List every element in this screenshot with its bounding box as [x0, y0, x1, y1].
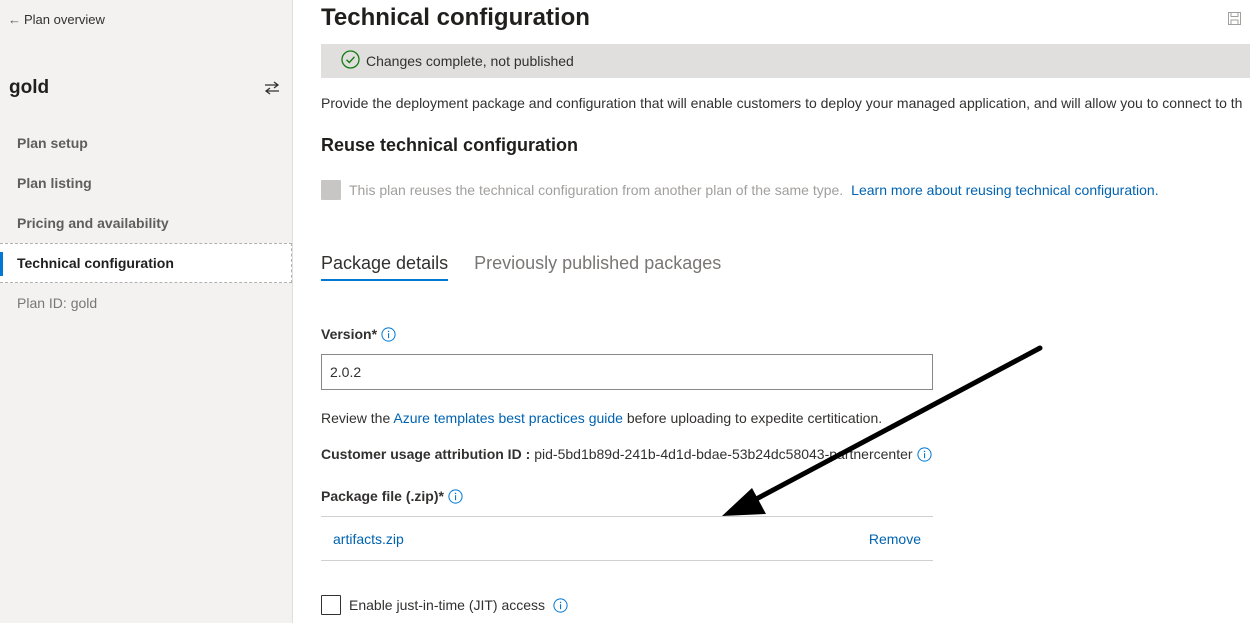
reuse-config-row: This plan reuses the technical configura… — [321, 180, 1159, 200]
package-file-label: Package file (.zip)* — [321, 488, 444, 504]
back-arrow-icon: ← — [8, 12, 21, 27]
reuse-config-text: This plan reuses the technical configura… — [349, 182, 844, 198]
save-icon[interactable] — [1228, 12, 1242, 26]
remove-package-button[interactable]: Remove — [869, 531, 921, 547]
switch-plan-icon[interactable] — [263, 79, 281, 97]
info-icon[interactable] — [916, 446, 932, 462]
nav-item-label: Pricing and availability — [17, 215, 169, 231]
package-file-link[interactable]: artifacts.zip — [333, 531, 404, 547]
tab-package-details[interactable]: Package details — [321, 253, 449, 281]
attribution-label: Customer usage attribution ID : — [321, 446, 531, 462]
attribution-row: Customer usage attribution ID : pid-5bd1… — [321, 446, 932, 462]
attribution-value: pid-5bd1b89d-241b-4d1d-bdae-53b24dc58043… — [534, 446, 913, 462]
version-label: Version* — [321, 326, 378, 342]
review-prefix: Review the — [321, 410, 391, 426]
jit-access-label: Enable just-in-time (JIT) access — [349, 597, 546, 613]
status-text: Changes complete, not published — [366, 53, 574, 69]
check-circle-icon — [341, 50, 360, 72]
status-bar: Changes complete, not published — [321, 44, 1250, 78]
package-file-row: artifacts.zip Remove — [321, 516, 933, 561]
main-content: Technical configuration Changes complete… — [321, 0, 1250, 623]
sidebar: ← Plan overview gold Plan setup Plan lis… — [0, 0, 293, 623]
nav-item-technical-configuration[interactable]: Technical configuration — [0, 243, 292, 283]
jit-access-checkbox[interactable] — [321, 595, 341, 615]
review-text: Review the Azure templates best practice… — [321, 410, 882, 426]
back-link-label: Plan overview — [24, 12, 105, 27]
plan-name: gold — [9, 77, 50, 98]
info-icon[interactable] — [448, 488, 463, 504]
jit-access-row: Enable just-in-time (JIT) access — [321, 595, 568, 615]
reuse-config-checkbox — [321, 180, 341, 200]
plan-id-label: Plan ID: gold — [17, 295, 98, 311]
info-icon[interactable] — [553, 597, 568, 613]
azure-templates-guide-link[interactable]: Azure templates best practices guide — [393, 410, 623, 426]
nav-item-plan-listing[interactable]: Plan listing — [0, 163, 293, 203]
plan-name-row: gold — [9, 76, 281, 100]
nav-item-label: Plan listing — [17, 175, 92, 191]
nav-item-label: Technical configuration — [17, 255, 174, 271]
package-tabs: Package details Previously published pac… — [321, 253, 721, 281]
review-suffix: before uploading to expedite certiticati… — [626, 410, 883, 426]
reuse-section-title: Reuse technical configuration — [321, 135, 579, 155]
package-file-label-row: Package file (.zip)* — [321, 488, 463, 504]
page-title: Technical configuration — [321, 4, 590, 31]
plan-nav: Plan setup Plan listing Pricing and avai… — [0, 123, 293, 323]
tab-previously-published-packages[interactable]: Previously published packages — [474, 253, 721, 281]
plan-id-text: Plan ID: gold — [0, 283, 293, 323]
back-to-plan-overview-link[interactable]: ← Plan overview — [8, 12, 105, 27]
version-input[interactable] — [321, 354, 933, 390]
reuse-learn-more-link[interactable]: Learn more about reusing technical confi… — [851, 182, 1158, 198]
version-label-row: Version* — [321, 326, 396, 342]
intro-text: Provide the deployment package and confi… — [321, 95, 1243, 111]
info-icon[interactable] — [381, 326, 396, 342]
nav-item-plan-setup[interactable]: Plan setup — [0, 123, 293, 163]
nav-item-label: Plan setup — [17, 135, 88, 151]
nav-item-pricing-and-availability[interactable]: Pricing and availability — [0, 203, 293, 243]
